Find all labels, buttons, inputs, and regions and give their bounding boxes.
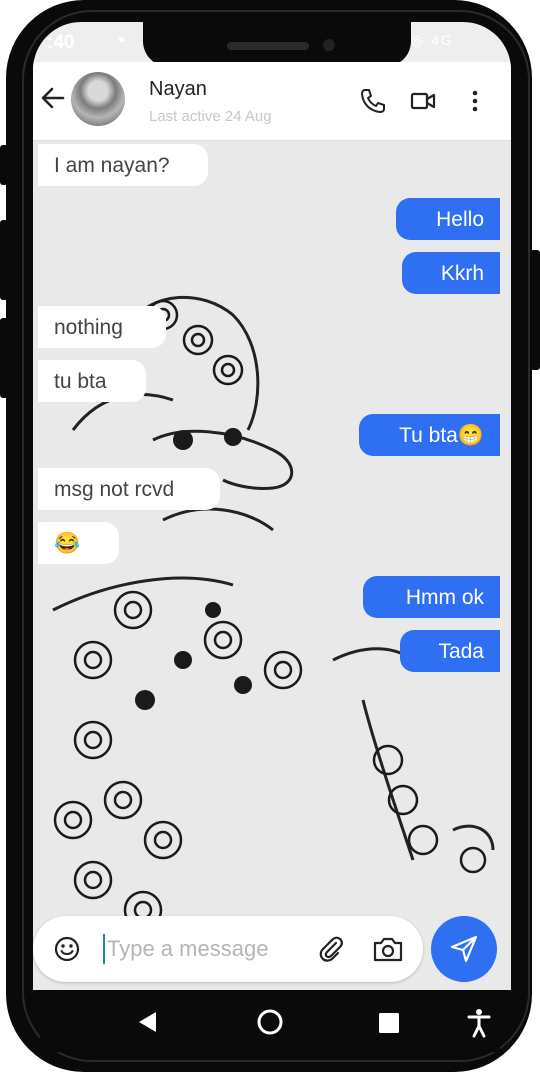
smiley-icon[interactable] [53, 935, 81, 963]
message-composer [33, 916, 423, 982]
arrow-left-icon[interactable] [39, 84, 67, 112]
outgoing-message[interactable]: Hello [396, 198, 500, 240]
paperclip-icon[interactable] [316, 934, 346, 964]
status-time: :40 [47, 32, 75, 53]
power-button [530, 250, 540, 370]
volume-button [0, 318, 8, 398]
contact-name[interactable]: Nayan [149, 78, 207, 101]
circle-home-icon[interactable] [256, 1008, 284, 1036]
speaker-grille [227, 42, 309, 50]
phone-icon[interactable] [359, 87, 387, 115]
side-button [0, 145, 8, 185]
incoming-message[interactable]: I am nayan? [38, 144, 208, 186]
system-nav-bar [40, 990, 500, 1052]
more-vertical-icon[interactable] [461, 87, 489, 115]
front-camera [323, 39, 335, 51]
incoming-message[interactable]: 😂 [38, 522, 119, 564]
triangle-back-icon[interactable] [136, 1010, 158, 1034]
message-list: I am nayan? Hello Kkrh nothing tu bta Tu… [33, 140, 511, 990]
avatar[interactable] [71, 72, 125, 126]
volume-button [0, 220, 8, 300]
accessibility-icon[interactable] [466, 1008, 492, 1038]
chat-header: Nayan Last active 24 Aug [33, 62, 511, 141]
square-recents-icon[interactable] [378, 1012, 400, 1034]
incoming-message[interactable]: nothing [38, 306, 166, 348]
incoming-message[interactable]: tu bta [38, 360, 146, 402]
message-input[interactable] [107, 930, 287, 968]
video-camera-icon[interactable] [409, 87, 437, 115]
send-icon [450, 935, 478, 963]
screen: :40 • ◎ 4G Nayan Last active 24 Aug I am… [33, 22, 511, 990]
text-caret [103, 934, 105, 964]
notch [143, 22, 411, 67]
notification-dot-icon: • [118, 30, 125, 51]
outgoing-message[interactable]: Tu bta😁 [359, 414, 500, 456]
outgoing-message[interactable]: Tada [400, 630, 500, 672]
camera-icon[interactable] [372, 934, 404, 964]
phone-frame: :40 • ◎ 4G Nayan Last active 24 Aug I am… [0, 0, 540, 1077]
status-right-icons: ◎ 4G [411, 32, 454, 48]
outgoing-message[interactable]: Hmm ok [363, 576, 500, 618]
send-button[interactable] [431, 916, 497, 982]
contact-status: Last active 24 Aug [149, 108, 272, 125]
incoming-message[interactable]: msg not rcvd [38, 468, 220, 510]
outgoing-message[interactable]: Kkrh [402, 252, 500, 294]
